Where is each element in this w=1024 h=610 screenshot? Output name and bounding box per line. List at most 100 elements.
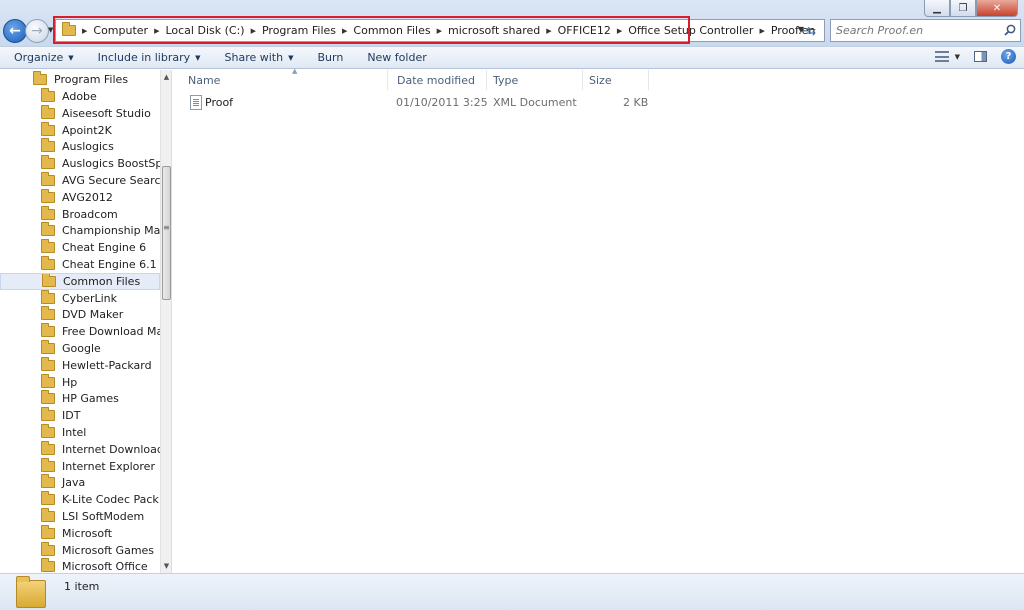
folder-icon bbox=[41, 205, 55, 220]
burn-label: Burn bbox=[317, 51, 344, 64]
breadcrumb-separator-icon[interactable]: ▶ bbox=[759, 27, 764, 35]
file-list: Name ▲ Date modified Type Size Proof 01/… bbox=[173, 67, 1024, 573]
tree-item-auslogics[interactable]: Auslogics bbox=[0, 138, 160, 155]
tree-item-program-files[interactable]: Program Files bbox=[0, 71, 160, 88]
breadcrumb-separator-icon[interactable]: ▶ bbox=[342, 27, 347, 35]
tree-item-microsoft-games[interactable]: Microsoft Games bbox=[0, 541, 160, 559]
maximize-button[interactable]: ❐ bbox=[950, 0, 976, 17]
tree-item-label: Championship Manager bbox=[62, 224, 160, 238]
tree-item-label: HP Games bbox=[62, 392, 119, 406]
tree-item-label: IDT bbox=[62, 409, 81, 423]
close-button[interactable]: ✕ bbox=[976, 0, 1018, 17]
tree-item-avg2012[interactable]: AVG2012 bbox=[0, 188, 160, 206]
breadcrumb-item[interactable]: microsoft shared bbox=[448, 24, 540, 37]
tree-item-label: Program Files bbox=[54, 73, 129, 86]
tree-item-aiseesoft-studio[interactable]: Aiseesoft Studio bbox=[0, 104, 160, 122]
tree-item-championship-manager[interactable]: Championship Manager bbox=[0, 222, 160, 239]
folder-icon bbox=[41, 356, 55, 371]
column-header-size[interactable]: Size bbox=[583, 70, 649, 90]
sort-ascending-icon: ▲ bbox=[292, 67, 298, 75]
folder-icon bbox=[41, 457, 55, 472]
tree-item-cheat-engine-6[interactable]: Cheat Engine 6 bbox=[0, 239, 160, 256]
tree-item-lsi-softmodem[interactable]: LSI SoftModem bbox=[0, 508, 160, 525]
tree-item-microsoft-office[interactable]: Microsoft Office bbox=[0, 558, 160, 573]
search-icon[interactable] bbox=[1004, 24, 1016, 36]
tree-item-cheat-engine-6-1[interactable]: Cheat Engine 6.1 bbox=[0, 256, 160, 273]
search-box[interactable] bbox=[830, 19, 1021, 42]
breadcrumb-separator-icon[interactable]: ▶ bbox=[154, 27, 159, 35]
breadcrumb-item[interactable]: Computer bbox=[93, 24, 148, 37]
recent-pages-dropdown[interactable]: ▼ bbox=[48, 26, 53, 34]
tree-item-apoint2k[interactable]: Apoint2K bbox=[0, 121, 160, 139]
minimize-button[interactable]: ▁ bbox=[924, 0, 950, 17]
tree-item-auslogics-boostspeed[interactable]: Auslogics BoostSpeed bbox=[0, 155, 160, 172]
breadcrumb-separator-icon[interactable]: ▶ bbox=[437, 27, 442, 35]
tree-item-hewlett-packard[interactable]: Hewlett-Packard bbox=[0, 356, 160, 374]
share-with-button[interactable]: Share with ▼ bbox=[209, 47, 302, 68]
breadcrumb-separator-icon[interactable]: ▶ bbox=[617, 27, 622, 35]
tree-item-adobe[interactable]: Adobe bbox=[0, 88, 160, 105]
breadcrumb-item[interactable]: OFFICE12 bbox=[558, 24, 611, 37]
tree-item-free-download-manager[interactable]: Free Download Manager bbox=[0, 323, 160, 340]
column-header-date-modified[interactable]: Date modified bbox=[391, 70, 487, 90]
navigation-pane: Program Files Adobe Aiseesoft Studio Apoint… bbox=[0, 70, 172, 573]
folder-icon bbox=[41, 104, 55, 119]
chevron-down-icon: ▼ bbox=[288, 53, 294, 62]
breadcrumb-item[interactable]: Program Files bbox=[262, 24, 336, 37]
file-row[interactable]: Proof 01/10/2011 3:25 XML Document 2 KB bbox=[182, 94, 822, 112]
refresh-icon[interactable]: ⇆ bbox=[806, 24, 816, 38]
address-history-dropdown[interactable]: ▼ bbox=[798, 25, 804, 34]
help-icon[interactable]: ? bbox=[1001, 49, 1016, 64]
column-type-label: Type bbox=[493, 73, 519, 87]
change-view-button[interactable]: ▼ bbox=[934, 51, 960, 62]
scroll-up-arrow[interactable]: ▲ bbox=[161, 70, 171, 84]
organize-button[interactable]: Organize ▼ bbox=[0, 47, 82, 68]
tree-item-k-lite-codec-pack[interactable]: K-Lite Codec Pack bbox=[0, 491, 160, 508]
navigation-scrollbar[interactable]: ▲ ▼ bbox=[160, 70, 171, 573]
column-header-type[interactable]: Type bbox=[487, 70, 583, 90]
scroll-thumb[interactable] bbox=[162, 166, 171, 300]
preview-pane-icon[interactable] bbox=[974, 51, 987, 62]
tree-item-cyberlink[interactable]: CyberLink bbox=[0, 289, 160, 307]
folder-icon bbox=[41, 524, 55, 539]
new-folder-button[interactable]: New folder bbox=[351, 47, 434, 68]
breadcrumb-item[interactable]: Local Disk (C:) bbox=[165, 24, 244, 37]
tree-item-internet-download-manager[interactable]: Internet Download Manager bbox=[0, 440, 160, 458]
tree-item-java[interactable]: Java bbox=[0, 474, 160, 491]
forward-button[interactable]: → bbox=[25, 19, 49, 43]
breadcrumb-item[interactable]: Common Files bbox=[353, 24, 430, 37]
details-pane: 1 item bbox=[0, 573, 1024, 610]
column-size-label: Size bbox=[589, 73, 612, 87]
tree-item-common-files[interactable]: Common Files bbox=[0, 272, 160, 290]
tree-item-internet-explorer[interactable]: Internet Explorer bbox=[0, 457, 160, 475]
tree-item-label: Java bbox=[62, 476, 86, 490]
breadcrumb-separator-icon[interactable]: ▶ bbox=[251, 27, 256, 35]
tree-item-label: AVG2012 bbox=[62, 190, 113, 204]
tree-item-hp-games[interactable]: HP Games bbox=[0, 390, 160, 407]
tree-item-label: Broadcom bbox=[62, 207, 118, 221]
search-input[interactable] bbox=[831, 20, 996, 41]
folder-icon bbox=[41, 558, 55, 573]
back-button[interactable]: ← bbox=[3, 19, 27, 43]
tree-item-google[interactable]: Google bbox=[0, 340, 160, 357]
tree-item-dvd-maker[interactable]: DVD Maker bbox=[0, 306, 160, 323]
breadcrumb-separator-icon[interactable]: ▶ bbox=[546, 27, 551, 35]
tree-item-microsoft[interactable]: Microsoft bbox=[0, 524, 160, 542]
xml-document-icon bbox=[190, 95, 202, 110]
breadcrumb-item[interactable]: Office Setup Controller bbox=[628, 24, 753, 37]
scroll-down-arrow[interactable]: ▼ bbox=[161, 559, 171, 573]
tree-item-avg-secure-search[interactable]: AVG Secure Search bbox=[0, 172, 160, 189]
tree-item-broadcom[interactable]: Broadcom bbox=[0, 205, 160, 223]
tree-item-hp[interactable]: Hp bbox=[0, 373, 160, 391]
folder-icon bbox=[41, 541, 55, 556]
tree-item-label: Free Download Manager bbox=[62, 325, 160, 339]
address-bar[interactable]: ▶ Computer ▶ Local Disk (C:) ▶ Program Files ▶… bbox=[55, 19, 825, 42]
column-header-name[interactable]: Name ▲ bbox=[182, 67, 388, 90]
file-date-modified: 01/10/2011 3:25 bbox=[396, 96, 488, 109]
breadcrumb-separator-icon[interactable]: ▶ bbox=[82, 27, 87, 35]
tree-item-idt[interactable]: IDT bbox=[0, 407, 160, 424]
include-in-library-button[interactable]: Include in library ▼ bbox=[82, 47, 209, 68]
burn-button[interactable]: Burn bbox=[301, 47, 351, 68]
tree-item-label: Apoint2K bbox=[62, 123, 112, 137]
tree-item-intel[interactable]: Intel bbox=[0, 424, 160, 441]
